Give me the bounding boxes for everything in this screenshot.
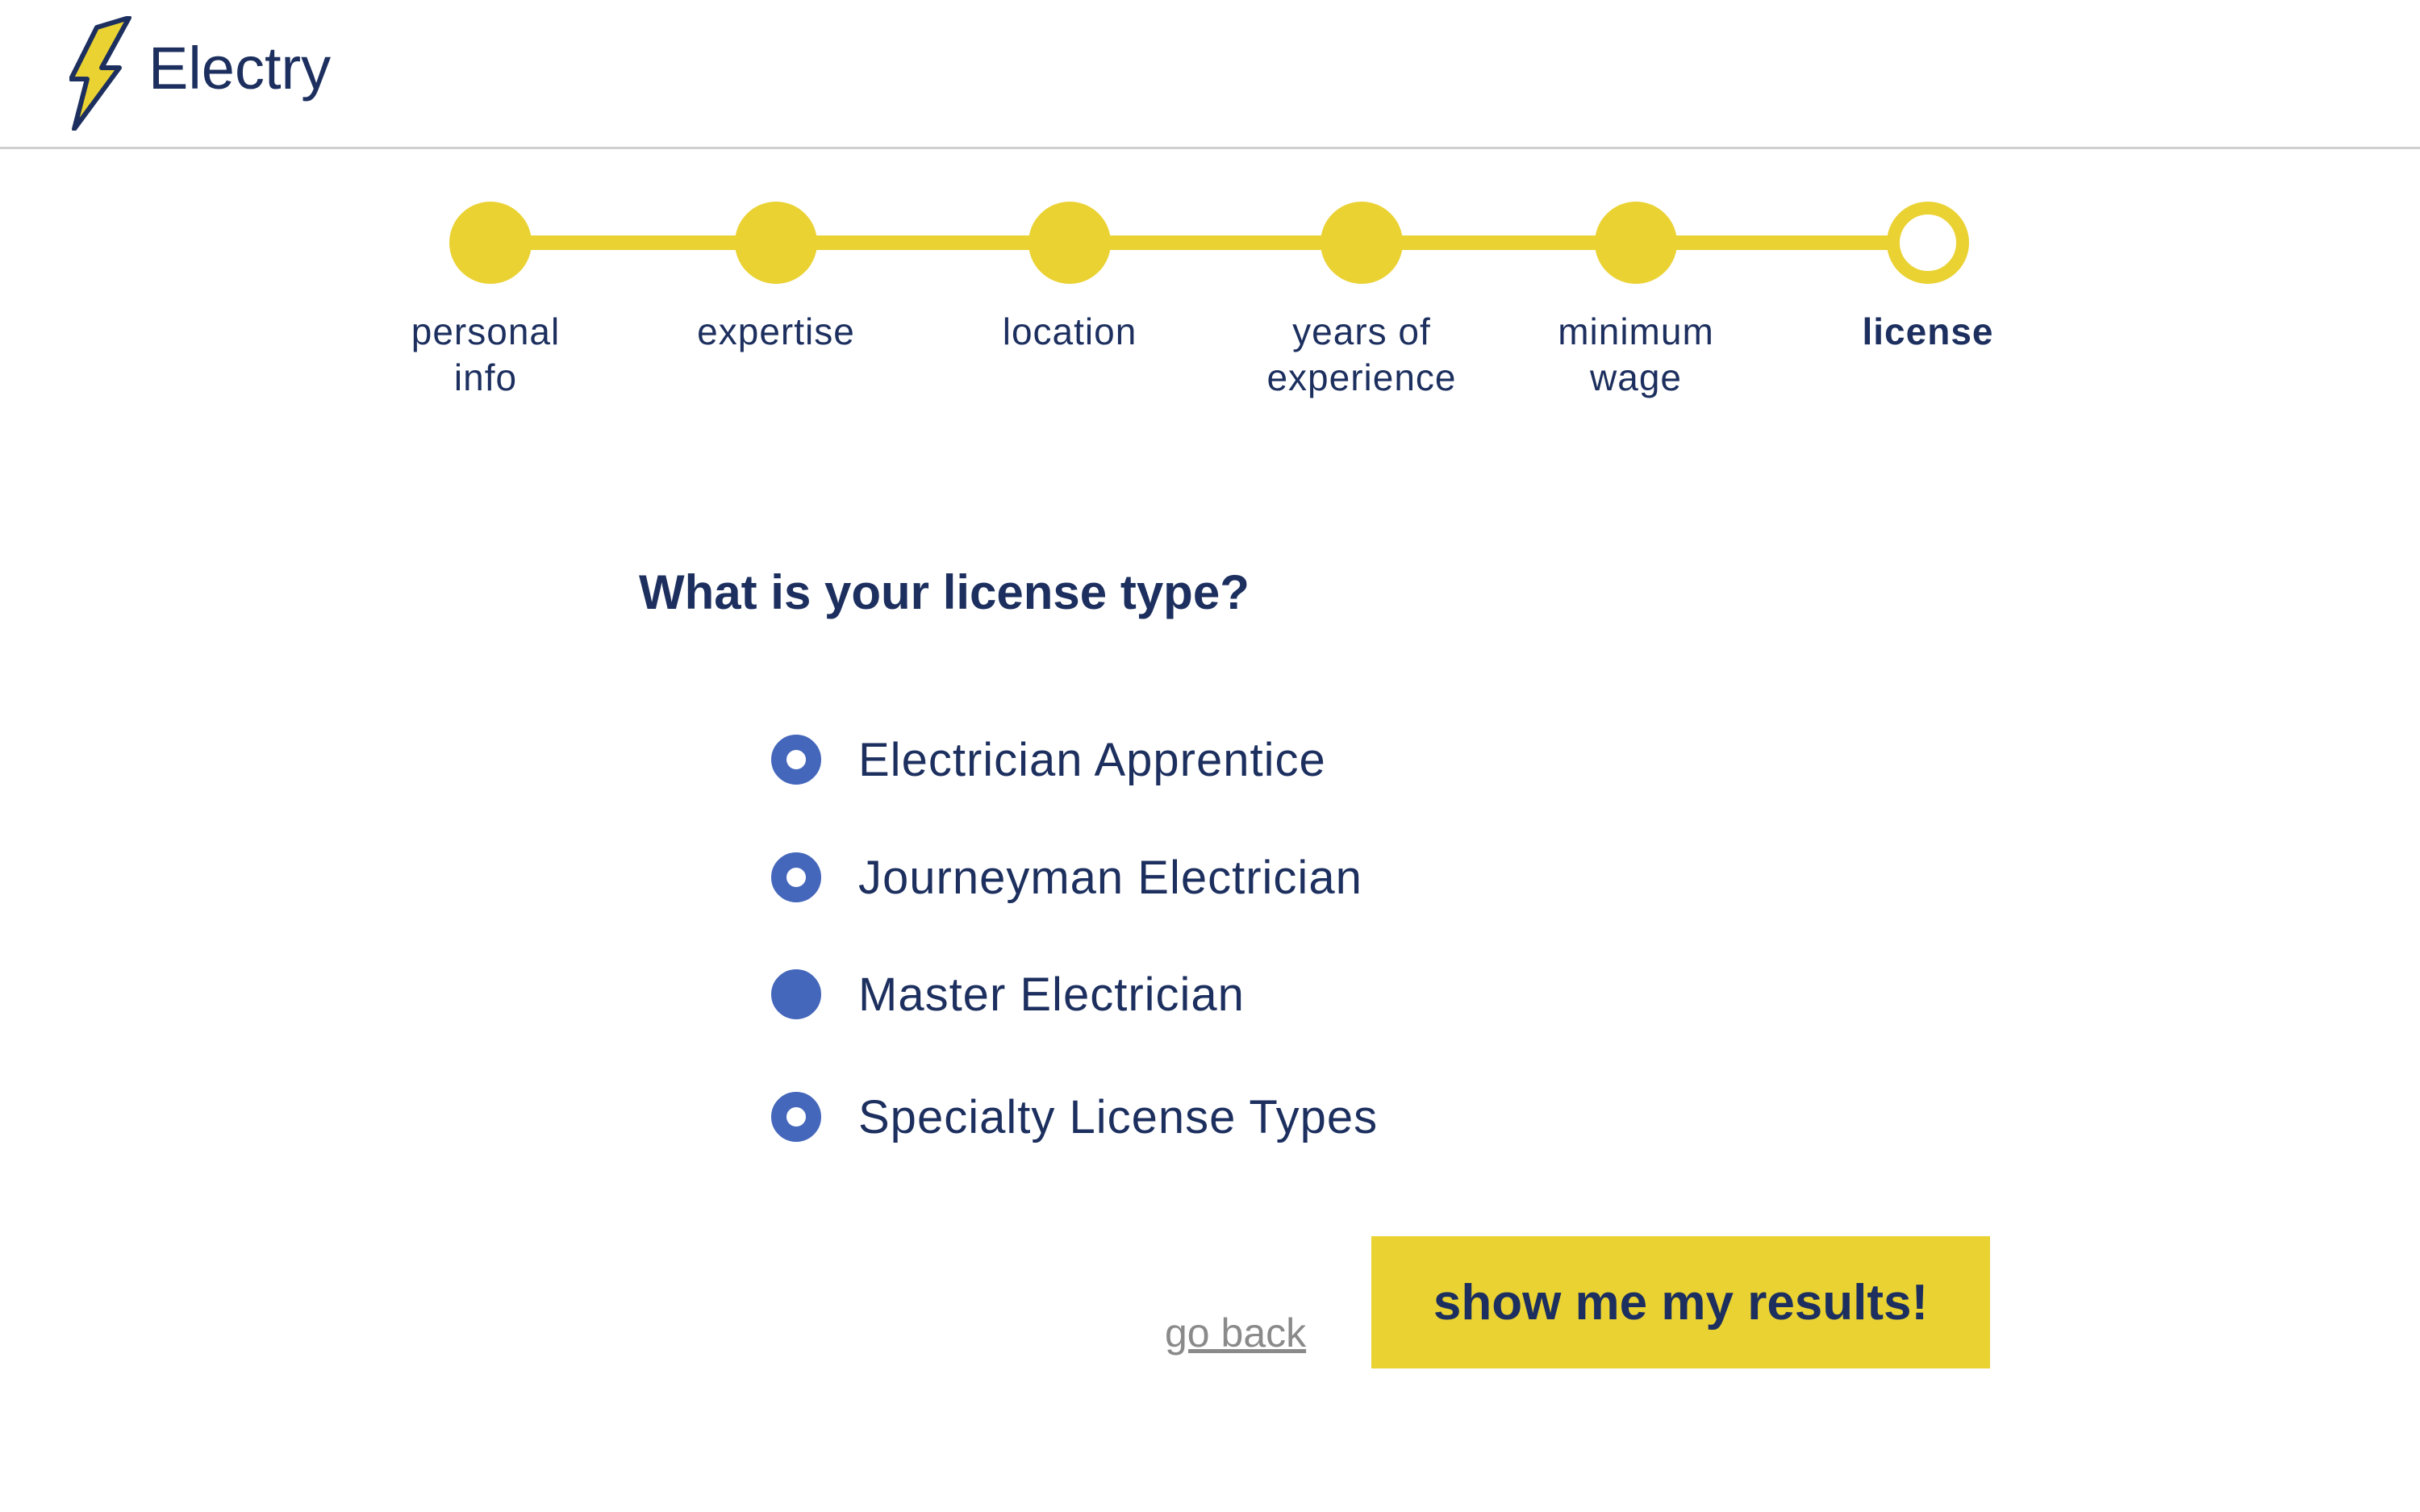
step-dot-years-of-experience[interactable] — [1321, 202, 1403, 284]
option-specialty-license-types[interactable]: Specialty License Types — [771, 1085, 1378, 1149]
step-label-years-of-experience: years of experience — [1266, 310, 1457, 398]
step-label-license: license — [1862, 310, 1994, 352]
step-label-minimum-wage: minimum wage — [1558, 310, 1714, 398]
option-label[interactable]: Master Electrician — [858, 968, 1245, 1022]
option-label[interactable]: Specialty License Types — [858, 1090, 1378, 1144]
option-master-electrician[interactable]: Master Electrician — [771, 962, 1245, 1027]
question-heading: What is your license type? — [639, 565, 1250, 619]
step-dot-license[interactable] — [1887, 202, 1969, 284]
progress-stepper: personal info expertise location years o… — [0, 0, 2420, 419]
radio-button-selected[interactable] — [771, 969, 821, 1019]
go-back-link[interactable]: go back — [1165, 1310, 1306, 1356]
option-electrician-apprentice[interactable]: Electrician Apprentice — [771, 727, 1326, 792]
step-label-personal-info: personal info — [411, 310, 561, 398]
step-label-expertise: expertise — [697, 310, 855, 352]
step-label-location: location — [1002, 310, 1137, 352]
step-dot-minimum-wage[interactable] — [1595, 202, 1677, 284]
show-results-button[interactable]: show me my results! — [1371, 1236, 1990, 1368]
option-journeyman-electrician[interactable]: Journeyman Electrician — [771, 845, 1362, 910]
step-dot-location[interactable] — [1028, 202, 1111, 284]
step-dot-expertise[interactable] — [735, 202, 817, 284]
option-label[interactable]: Electrician Apprentice — [858, 733, 1326, 787]
radio-button[interactable] — [771, 735, 821, 785]
radio-button[interactable] — [771, 1092, 821, 1142]
radio-button[interactable] — [771, 852, 821, 902]
step-dot-personal-info[interactable] — [449, 202, 532, 284]
option-label[interactable]: Journeyman Electrician — [858, 851, 1362, 905]
stepper-track — [490, 235, 1928, 250]
